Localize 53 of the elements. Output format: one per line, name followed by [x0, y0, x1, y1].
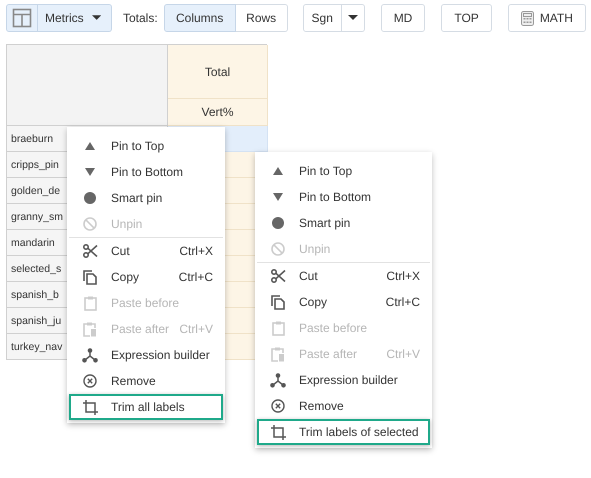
menu-item[interactable]: Expression builder — [69, 342, 223, 368]
column-header: Total — [168, 45, 268, 99]
dot-icon — [272, 217, 284, 229]
copy-icon — [83, 270, 97, 284]
menu-item[interactable]: Remove — [69, 368, 223, 394]
menu-item[interactable]: Pin to Bottom — [257, 184, 430, 210]
menu-item[interactable]: Cut Ctrl+X — [69, 238, 223, 264]
prohibited-icon — [83, 217, 97, 231]
crop-icon — [82, 400, 98, 414]
triangle-up-icon — [273, 167, 283, 175]
menu-item[interactable]: Smart pin — [69, 185, 223, 211]
toolbar-button[interactable]: MATH — [508, 4, 586, 32]
clipboard-icon — [84, 296, 96, 310]
menu-item[interactable]: Remove — [257, 393, 430, 419]
menu-item[interactable]: Copy Ctrl+C — [69, 264, 223, 290]
clipboard-icon — [272, 320, 284, 336]
menu-item[interactable]: Smart pin — [257, 210, 430, 236]
sgn-dropdown-button[interactable] — [342, 4, 365, 32]
menu-item[interactable]: Pin to Bottom — [69, 159, 223, 185]
clipboard-icon — [271, 346, 285, 362]
network-icon — [82, 348, 98, 362]
triangle-up-icon — [85, 142, 95, 150]
menu-item[interactable]: Pin to Top — [257, 158, 430, 184]
menu-item[interactable]: Copy Ctrl+C — [257, 289, 430, 315]
dot-icon — [84, 192, 96, 204]
metrics-dropdown[interactable]: Metrics — [38, 4, 112, 32]
toolbar-button[interactable]: TOP — [441, 4, 492, 32]
remove-icon — [271, 399, 285, 413]
network-icon — [270, 372, 286, 388]
menu-item[interactable]: Expression builder — [257, 367, 430, 393]
scissors-icon — [270, 269, 286, 283]
prohibited-icon — [271, 242, 285, 256]
toolbar-button[interactable]: MD — [380, 4, 426, 32]
menu-item[interactable]: Cut Ctrl+X — [257, 263, 430, 289]
caret-icon — [348, 15, 358, 21]
clipboard-icon — [83, 322, 97, 336]
menu-item[interactable]: Trim labels of selected — [257, 419, 430, 445]
totals-toggle[interactable]: Rows — [236, 4, 288, 32]
triangle-down-icon — [85, 168, 95, 176]
scissors-icon — [82, 244, 98, 258]
copy-icon — [271, 294, 285, 310]
totals-toggle[interactable]: Columns — [164, 4, 236, 32]
caret-icon — [92, 15, 101, 21]
calculator-icon — [520, 10, 534, 26]
layout-button[interactable] — [6, 4, 38, 32]
menu-item[interactable]: Pin to Top — [69, 133, 223, 159]
menu-item[interactable]: Trim all labels — [69, 394, 223, 420]
sgn-button[interactable]: Sgn — [302, 4, 342, 32]
totals-label: Totals: — [123, 11, 158, 25]
measure-header: Vert% — [168, 99, 268, 126]
remove-icon — [83, 374, 97, 388]
triangle-down-icon — [273, 193, 283, 201]
crop-icon — [270, 424, 286, 440]
